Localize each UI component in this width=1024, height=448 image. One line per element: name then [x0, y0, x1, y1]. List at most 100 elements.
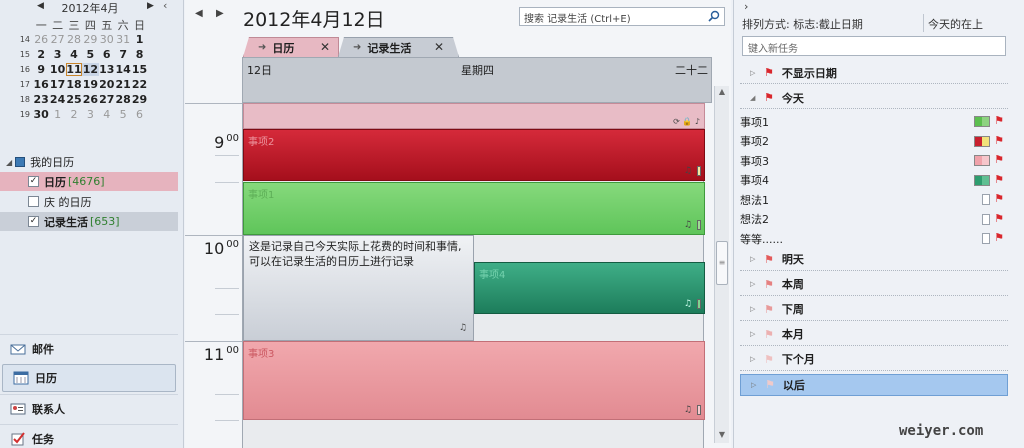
day-cell[interactable]: 5: [82, 48, 98, 61]
scrollbar-thumb[interactable]: ≡: [716, 241, 728, 285]
day-cell[interactable]: 23: [33, 93, 49, 106]
flag-icon[interactable]: ⚑: [994, 231, 1004, 244]
day-cell[interactable]: 18: [66, 78, 82, 91]
day-cell[interactable]: 10: [49, 63, 65, 76]
day-cell[interactable]: 14: [115, 63, 131, 76]
day-cell[interactable]: 11: [65, 63, 83, 76]
day-cell[interactable]: 20: [99, 78, 115, 91]
flag-icon[interactable]: ⚑: [994, 192, 1004, 205]
day-cell[interactable]: 4: [66, 48, 82, 61]
search-icon[interactable]: [708, 10, 720, 22]
task-item[interactable]: 想法2 ⚑: [740, 210, 1008, 230]
task-item[interactable]: 事项3 ⚑: [740, 151, 1008, 171]
task-group-today[interactable]: ◢ ⚑ 今天: [740, 87, 1008, 109]
day-cell[interactable]: 4: [99, 108, 115, 121]
day-cell[interactable]: 22: [131, 78, 147, 91]
prev-day-arrow-icon[interactable]: ◀: [195, 8, 203, 19]
flag-icon[interactable]: ⚑: [994, 114, 1004, 127]
my-calendars-group[interactable]: ◢ 我的日历: [0, 152, 178, 172]
calendar-item-life-log[interactable]: ✓ 记录生活 [653]: [0, 212, 178, 231]
day-cell[interactable]: 15: [131, 63, 147, 76]
day-cell[interactable]: 30: [33, 108, 49, 121]
day-cell[interactable]: 28: [115, 93, 131, 106]
expand-triangle-icon[interactable]: ◢: [6, 158, 12, 167]
collapsed-triangle-icon[interactable]: ▷: [750, 355, 764, 363]
day-cell[interactable]: 24: [49, 93, 65, 106]
close-icon[interactable]: ✕: [320, 40, 330, 54]
task-group-this-week[interactable]: ▷ ⚑ 本周: [740, 274, 1008, 296]
new-task-input[interactable]: 键入新任务: [742, 36, 1006, 56]
prev-month-arrow-icon[interactable]: ◀: [37, 1, 44, 11]
week-number[interactable]: 14: [0, 35, 33, 44]
day-cell[interactable]: 26: [82, 93, 98, 106]
calendar-checkbox[interactable]: ✓: [28, 216, 39, 227]
collapsed-triangle-icon[interactable]: ▷: [751, 381, 765, 389]
collapsed-triangle-icon[interactable]: ▷: [750, 305, 764, 313]
day-cell[interactable]: 2: [33, 48, 49, 61]
nav-mail[interactable]: 邮件: [0, 334, 178, 362]
task-item[interactable]: 等等...... ⚑: [740, 229, 1008, 249]
week-number[interactable]: 15: [0, 50, 33, 59]
expanded-triangle-icon[interactable]: ◢: [750, 94, 764, 102]
day-cell[interactable]: 6: [99, 48, 115, 61]
week-number[interactable]: 18: [0, 95, 33, 104]
collapsed-triangle-icon[interactable]: ▷: [750, 280, 764, 288]
category-color-swatch[interactable]: [974, 174, 990, 186]
task-item[interactable]: 事项4 ⚑: [740, 171, 1008, 191]
appointment-item-1[interactable]: 事项1 ♫: [243, 182, 705, 235]
day-cell[interactable]: 12: [82, 63, 99, 76]
day-cell[interactable]: 9: [33, 63, 49, 76]
flag-icon[interactable]: ⚑: [994, 134, 1004, 147]
day-cell[interactable]: 19: [82, 78, 98, 91]
collapse-pane-icon[interactable]: ‹: [163, 0, 167, 12]
calendar-item-default[interactable]: ✓ 日历 [4676]: [0, 172, 178, 191]
day-cell[interactable]: 27: [99, 93, 115, 106]
scroll-down-icon[interactable]: ▼: [716, 430, 728, 442]
category-empty-swatch[interactable]: [982, 213, 990, 225]
category-empty-swatch[interactable]: [982, 233, 990, 244]
day-cell[interactable]: 2: [66, 108, 82, 121]
task-group-this-month[interactable]: ▷ ⚑ 本月: [740, 324, 1008, 346]
vertical-scrollbar[interactable]: ▲ ≡ ▼: [714, 86, 729, 443]
day-cell[interactable]: 8: [131, 48, 147, 61]
day-cell[interactable]: 27: [49, 33, 65, 46]
category-color-swatch[interactable]: [974, 116, 990, 127]
day-cell[interactable]: 31: [115, 33, 131, 46]
calendar-item-qing[interactable]: 庆 的日历: [0, 192, 178, 211]
collapsed-triangle-icon[interactable]: ▷: [750, 255, 764, 263]
collapsed-triangle-icon[interactable]: ▷: [750, 330, 764, 338]
day-cell[interactable]: 7: [115, 48, 131, 61]
expand-pane-icon[interactable]: ›: [744, 0, 748, 13]
appointment-item-2[interactable]: 事项2 ♫: [243, 129, 705, 181]
day-cell[interactable]: 26: [33, 33, 49, 46]
day-cell[interactable]: 6: [131, 108, 147, 121]
search-input[interactable]: 搜索 记录生活 (Ctrl+E): [519, 7, 725, 26]
nav-contacts[interactable]: 联系人: [0, 394, 178, 422]
appointment-item-3[interactable]: 事项3 ♫: [243, 341, 705, 420]
tab-life-log[interactable]: ➜ 记录生活 ✕: [338, 37, 459, 57]
week-number[interactable]: 19: [0, 110, 33, 119]
flag-icon[interactable]: ⚑: [994, 212, 1004, 225]
category-color-swatch[interactable]: [974, 135, 990, 147]
calendar-checkbox[interactable]: [28, 196, 39, 207]
sort-order-label[interactable]: 今天的在上: [928, 16, 983, 32]
appointment-note[interactable]: 这是记录自己今天实际上花费的时间和事情,可以在记录生活的日历上进行记录 ♫: [243, 235, 474, 341]
close-icon[interactable]: ✕: [434, 40, 444, 54]
task-group-tomorrow[interactable]: ▷ ⚑ 明天: [740, 249, 1008, 271]
day-cell[interactable]: 13: [99, 63, 115, 76]
task-group-next-week[interactable]: ▷ ⚑ 下周: [740, 299, 1008, 321]
day-cell[interactable]: 1: [131, 33, 147, 46]
task-group-next-month[interactable]: ▷ ⚑ 下个月: [740, 349, 1008, 371]
category-color-swatch[interactable]: [974, 155, 990, 166]
day-cell[interactable]: 17: [49, 78, 65, 91]
flag-icon[interactable]: ⚑: [994, 173, 1004, 186]
day-cell[interactable]: 5: [115, 108, 131, 121]
appointment-item-4[interactable]: 事项4 ♫: [474, 262, 705, 314]
calendar-checkbox[interactable]: ✓: [28, 176, 39, 187]
appointment-top[interactable]: ⟳ 🔒 ♪: [243, 103, 705, 129]
category-empty-swatch[interactable]: [982, 194, 990, 205]
day-cell[interactable]: 29: [82, 33, 98, 46]
task-group-later[interactable]: ▷ ⚑ 以后: [740, 373, 1008, 396]
next-day-arrow-icon[interactable]: ▶: [216, 8, 224, 19]
task-item[interactable]: 想法1 ⚑: [740, 190, 1008, 210]
